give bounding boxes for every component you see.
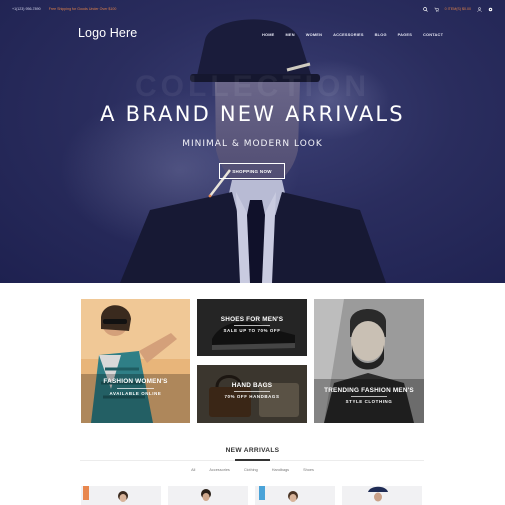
category-tile-trending-men[interactable]: TRENDING FASHION MEN'S STYLE CLOTHING [314,299,424,423]
section-divider-accent [235,459,270,461]
product-image [83,486,128,502]
product-image [259,486,298,502]
shopping-now-button[interactable]: SHOPPING NOW [219,163,285,179]
category-title: SHOES FOR MEN'S [220,316,284,323]
filter-clothing[interactable]: Clothing [244,468,258,472]
nav-item-women[interactable]: WOMEN [306,32,322,37]
category-subtitle: 70% OFF HANDBAGS [224,394,280,399]
main-navbar: Logo Here HOME MEN WOMEN ACCESSORIES BLO… [0,22,505,46]
hero-banner: +1(123) 956-7890 Free Shipping for Goods… [0,0,505,283]
nav-item-contact[interactable]: CONTACT [423,32,443,37]
hero-background-word: COLLECTION [135,70,370,103]
product-image [201,489,211,501]
nav-menu: HOME MEN WOMEN ACCESSORIES BLOG PAGES CO… [262,32,454,37]
site-logo[interactable]: Logo Here [78,26,137,40]
hero-title: A BRAND NEW ARRIVALS [100,102,405,126]
nav-item-home[interactable]: HOME [262,32,274,37]
user-icon[interactable] [477,6,482,12]
category-tile-hand-bags[interactable]: HAND BAGS 70% OFF HANDBAGS [197,365,307,423]
nav-item-men[interactable]: MEN [285,32,294,37]
category-divider [351,396,387,397]
new-arrivals-title: NEW ARRIVALS [225,447,280,454]
product-filters: All Accessories Clothing Handbags Shoes [0,468,505,472]
nav-item-blog[interactable]: BLOG [375,32,387,37]
top-bar-actions: 0 ITEM(S) $0.00 [422,6,493,12]
product-card[interactable] [255,486,335,505]
cart-summary[interactable]: 0 ITEM(S) $0.00 [445,7,471,11]
nav-item-accessories[interactable]: ACCESSORIES [333,32,364,37]
category-tile-fashion-women[interactable]: FASHION WOMEN'S AVAILABLE ONLINE [81,299,190,423]
category-image-women [81,299,190,423]
category-divider [117,388,154,389]
category-subtitle: AVAILABLE ONLINE [109,391,162,396]
category-title: HAND BAGS [231,382,273,389]
product-card[interactable] [81,486,161,505]
category-divider [234,325,270,326]
category-subtitle: SALE UP TO 70% OFF [223,328,281,333]
category-image-men [314,299,424,423]
product-card[interactable] [168,486,248,505]
category-subtitle: STYLE CLOTHING [345,399,393,404]
category-title: TRENDING FASHION MEN'S [324,387,414,394]
nav-item-pages[interactable]: PAGES [398,32,412,37]
product-card[interactable] [342,486,422,505]
phone-number: +1(123) 956-7890 [12,7,41,11]
promo-text: Free Shipping for Goods Under Over $100 [48,7,117,11]
category-tile-shoes-men[interactable]: SHOES FOR MEN'S SALE UP TO 70% OFF [197,299,307,356]
filter-handbags[interactable]: Handbags [272,468,289,472]
hero-subtitle: MINIMAL & MODERN LOOK [182,139,323,149]
category-title: FASHION WOMEN'S [103,378,168,385]
search-icon[interactable] [422,6,428,12]
product-image [368,486,388,502]
filter-shoes[interactable]: Shoes [303,468,314,472]
settings-icon[interactable] [488,7,493,12]
cart-icon[interactable] [434,7,439,12]
top-bar: +1(123) 956-7890 Free Shipping for Goods… [0,0,505,18]
filter-all[interactable]: All [191,468,195,472]
filter-accessories[interactable]: Accessories [209,468,229,472]
category-divider [234,391,270,392]
